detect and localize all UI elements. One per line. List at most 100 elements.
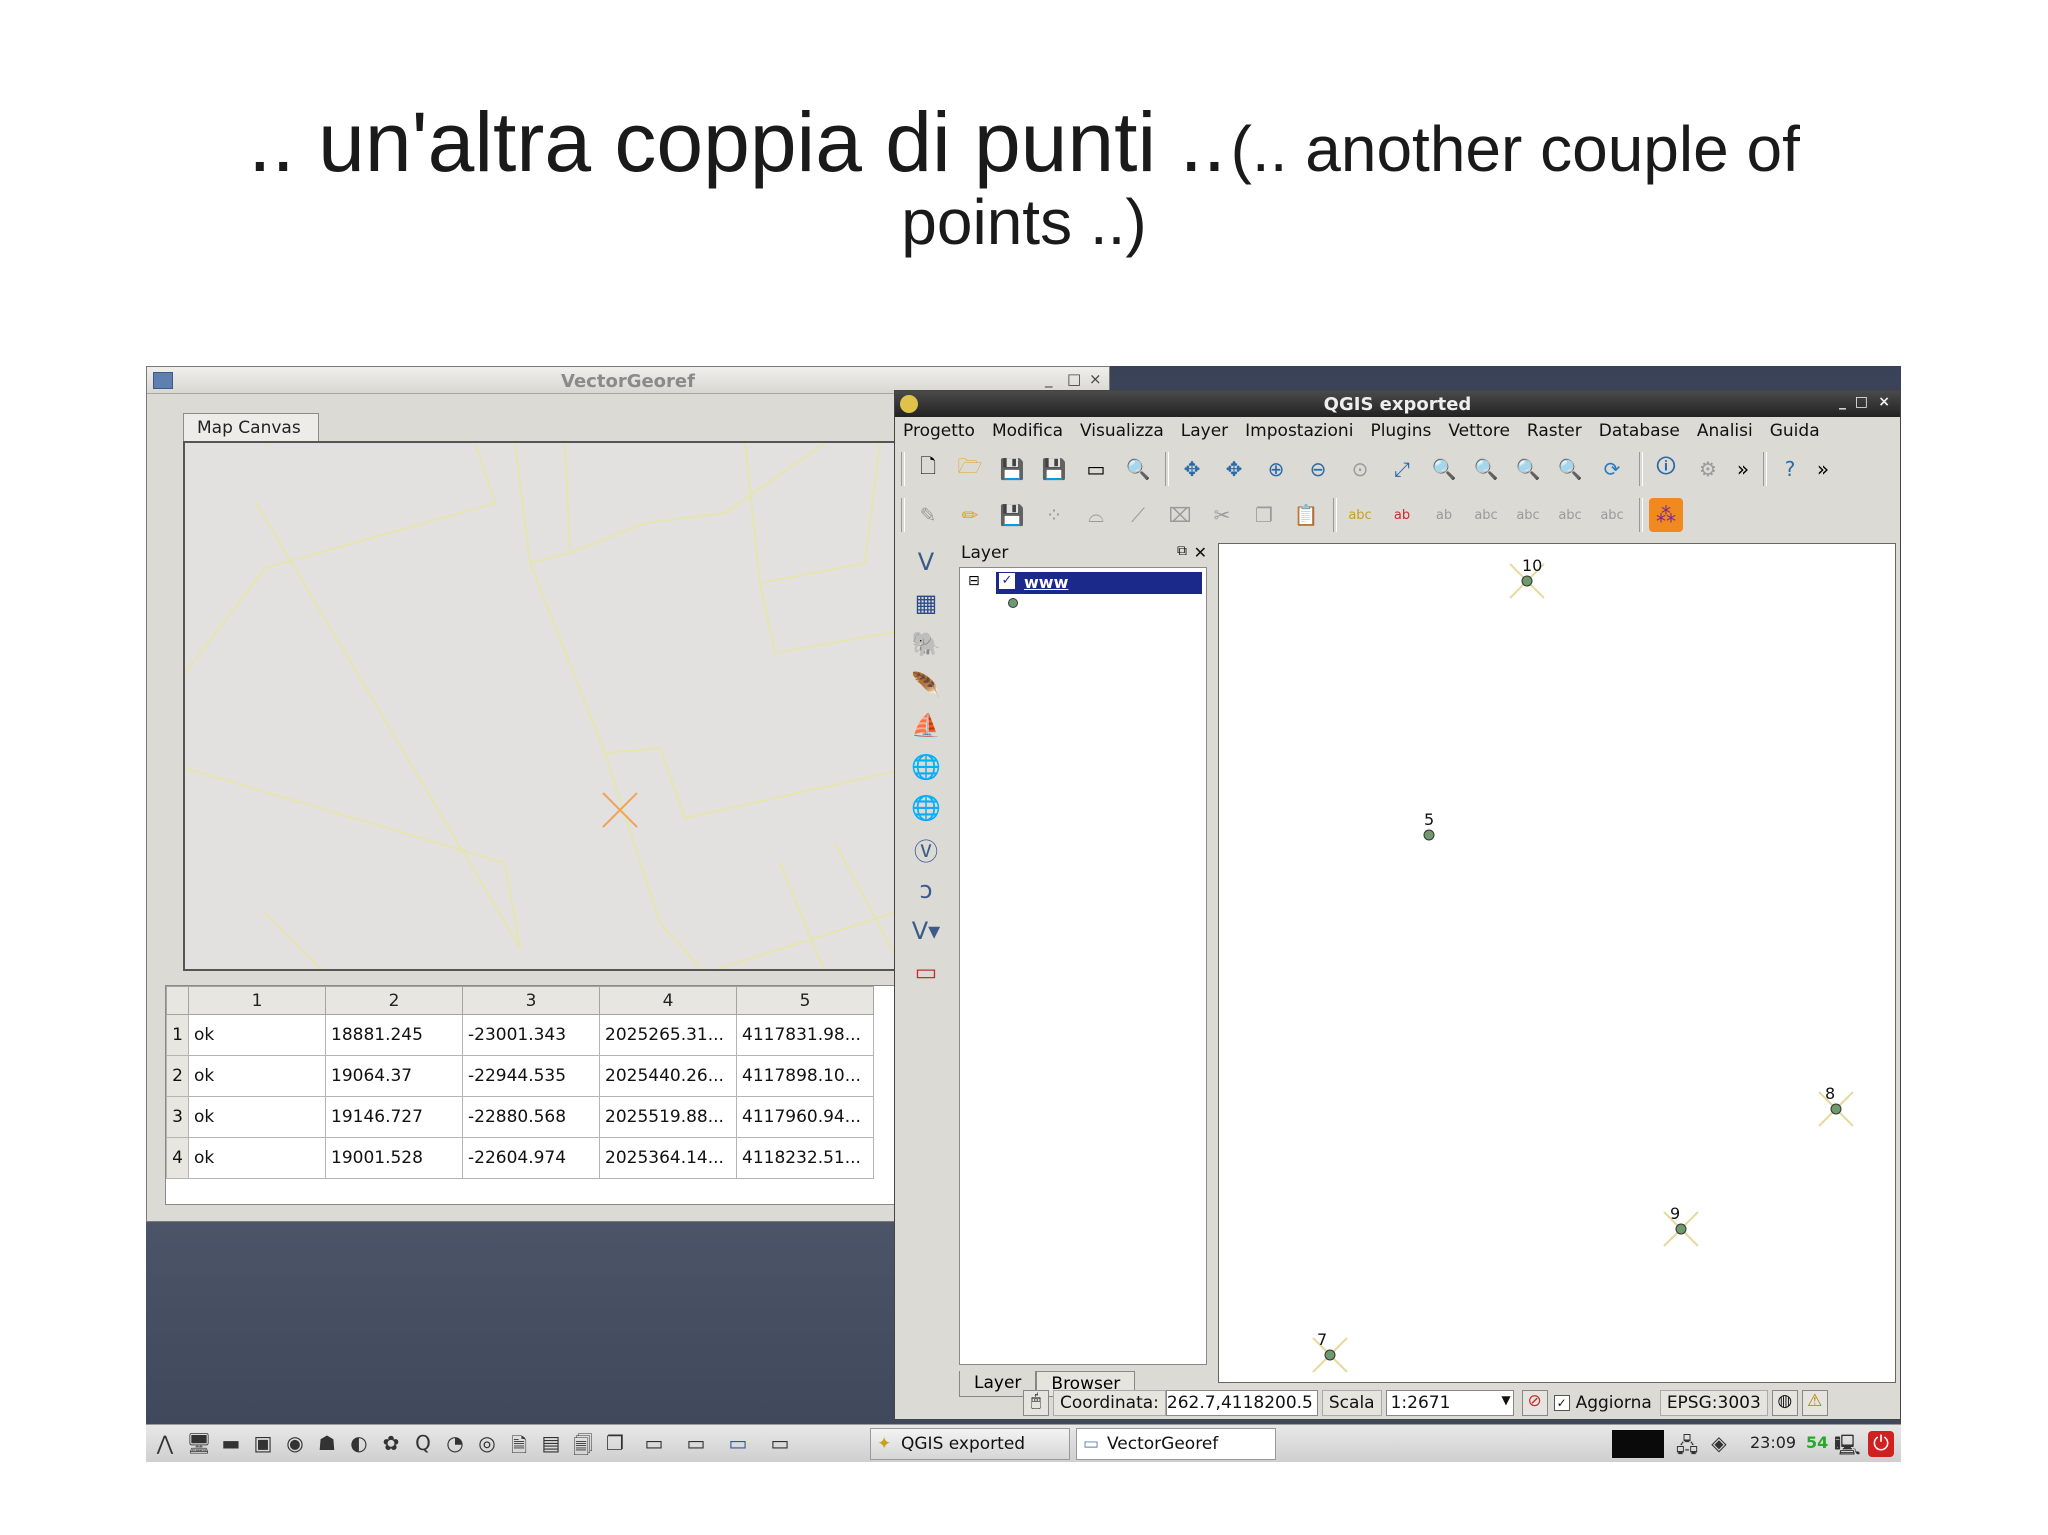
qgis-map-canvas[interactable]: 10 5 8 9 7	[1218, 543, 1896, 1383]
render-checkbox[interactable]: ✓	[1553, 1395, 1570, 1411]
menu-progetto[interactable]: Progetto	[903, 421, 975, 441]
label-highlight-icon[interactable]: abc	[1469, 498, 1503, 532]
calc-icon[interactable]: ▤	[538, 1431, 564, 1457]
column-header[interactable]: 4	[599, 986, 737, 1015]
label-rotate-icon[interactable]: abc	[1553, 498, 1587, 532]
table-cell[interactable]: -22944.535	[462, 1055, 600, 1097]
chevron-down-icon[interactable]: ▼	[1501, 1393, 1510, 1407]
cut-features-icon[interactable]: ✂	[1205, 498, 1239, 532]
add-mssql-layer-icon[interactable]: ⛵	[905, 707, 947, 745]
terminal-icon[interactable]: ▣	[250, 1431, 276, 1457]
table-cell[interactable]: 2025519.88...	[599, 1096, 737, 1138]
menu-vettore[interactable]: Vettore	[1448, 421, 1510, 441]
qgis-titlebar[interactable]: QGIS exported _ □ ×	[895, 391, 1900, 417]
pan-icon[interactable]: ✥	[1175, 452, 1209, 486]
node-tool-icon[interactable]: ⟋	[1121, 498, 1155, 532]
chevron-right-icon[interactable]: »	[1815, 452, 1831, 486]
task-qgis[interactable]: ✦ QGIS exported	[870, 1428, 1070, 1460]
browser-icon[interactable]: ◎	[474, 1431, 500, 1457]
close-icon[interactable]: ×	[1878, 394, 1890, 410]
table-row[interactable]: 4 ok 19001.528 -22604.974 2025364.14... …	[166, 1137, 874, 1179]
writer-icon[interactable]: 🗎	[506, 1431, 532, 1457]
toggle-editing-icon[interactable]: ✏	[953, 498, 987, 532]
table-row[interactable]: 2 ok 19064.37 -22944.535 2025440.26... 4…	[166, 1055, 874, 1097]
composer-manager-icon[interactable]: 🔍	[1121, 452, 1155, 486]
table-cell[interactable]: 4117831.98...	[736, 1014, 874, 1056]
delete-selected-icon[interactable]: ⌧	[1163, 498, 1197, 532]
workspace-1-icon[interactable]: ▭	[634, 1431, 674, 1457]
column-header[interactable]: 1	[188, 986, 326, 1015]
table-cell[interactable]: ok	[188, 1137, 326, 1179]
remove-layer-icon[interactable]: ▭	[905, 953, 947, 991]
label-move-icon[interactable]: abc	[1511, 498, 1545, 532]
add-spatialite-layer-icon[interactable]: 🪶	[905, 666, 947, 704]
column-header[interactable]: 5	[736, 986, 874, 1015]
float-panel-icon[interactable]: ⧉	[1177, 543, 1187, 559]
table-cell[interactable]: 19001.528	[325, 1137, 463, 1179]
column-header[interactable]: 2	[325, 986, 463, 1015]
table-cell[interactable]: 18881.245	[325, 1014, 463, 1056]
file-manager-icon[interactable]: ☗	[314, 1431, 340, 1457]
table-cell[interactable]: -23001.343	[462, 1014, 600, 1056]
add-vector-layer-icon[interactable]: V	[905, 543, 947, 581]
georeferencer-icon[interactable]: ⁂	[1649, 498, 1683, 532]
scale-combobox[interactable]: 1:2671 ▼	[1385, 1390, 1514, 1416]
table-cell[interactable]: 4117960.94...	[736, 1096, 874, 1138]
menu-guida[interactable]: Guida	[1770, 421, 1820, 441]
open-folder-icon[interactable]: 🗁	[953, 452, 987, 486]
move-feature-icon[interactable]: ⌓	[1079, 498, 1113, 532]
pan-to-selection-icon[interactable]: ✥	[1217, 452, 1251, 486]
workspace-2-icon[interactable]: ▭	[676, 1431, 716, 1457]
new-file-icon[interactable]: 🗋	[911, 452, 945, 486]
workspace-3-icon[interactable]: ▭	[718, 1431, 758, 1457]
coordinate-field[interactable]: 262.7,4118200.5	[1165, 1390, 1318, 1416]
table-cell[interactable]: ok	[188, 1014, 326, 1056]
label-icon[interactable]: abc	[1343, 498, 1377, 532]
table-cell[interactable]: 4117898.10...	[736, 1055, 874, 1097]
close-panel-icon[interactable]: ✕	[1194, 543, 1207, 562]
minimize-icon[interactable]: _	[1045, 370, 1053, 388]
menu-impostazioni[interactable]: Impostazioni	[1245, 421, 1353, 441]
menu-database[interactable]: Database	[1599, 421, 1680, 441]
row-header[interactable]: 3	[166, 1096, 189, 1138]
impress-icon[interactable]: 🗐	[570, 1431, 596, 1457]
globe-app-icon[interactable]: ◐	[346, 1431, 372, 1457]
row-header[interactable]: 4	[166, 1137, 189, 1179]
zoom-full-icon[interactable]: ⤢	[1385, 452, 1419, 486]
workspace-4-icon[interactable]: ▭	[760, 1431, 800, 1457]
table-cell[interactable]: 2025265.31...	[599, 1014, 737, 1056]
layer-visibility-checkbox[interactable]: ✓	[999, 573, 1015, 589]
add-feature-icon[interactable]: ⁘	[1037, 498, 1071, 532]
table-row[interactable]: 1 ok 18881.245 -23001.343 2025265.31... …	[166, 1014, 874, 1056]
table-cell[interactable]: 19146.727	[325, 1096, 463, 1138]
table-cell[interactable]: -22604.974	[462, 1137, 600, 1179]
row-header[interactable]: 2	[166, 1055, 189, 1097]
close-icon[interactable]: ×	[1089, 370, 1102, 388]
row-header[interactable]: 1	[166, 1014, 189, 1056]
refresh-icon[interactable]: ⟳	[1595, 452, 1629, 486]
save-icon[interactable]: 💾	[995, 452, 1029, 486]
print-composer-icon[interactable]: ▭	[1079, 452, 1113, 486]
tab-map-canvas[interactable]: Map Canvas	[183, 413, 319, 441]
maximize-icon[interactable]: □	[1855, 394, 1868, 410]
mouse-icon[interactable]: 🖱	[1023, 1390, 1049, 1416]
column-header[interactable]: 3	[462, 986, 600, 1015]
qgis-launcher-icon[interactable]: Q	[410, 1431, 436, 1457]
layer-name[interactable]: www	[1024, 573, 1068, 592]
volume-icon[interactable]: 🖳	[1834, 1431, 1861, 1457]
menu-layer[interactable]: Layer	[1181, 421, 1228, 441]
label-change-icon[interactable]: abc	[1595, 498, 1629, 532]
table-cell[interactable]: -22880.568	[462, 1096, 600, 1138]
app-launcher-icon[interactable]: ◔	[442, 1431, 468, 1457]
zoom-in-icon[interactable]: ⊕	[1259, 452, 1293, 486]
help-icon[interactable]: ?	[1773, 452, 1807, 486]
toolbar-handle[interactable]	[901, 498, 905, 532]
menu-raster[interactable]: Raster	[1527, 421, 1582, 441]
label-pin-icon[interactable]: ab	[1385, 498, 1419, 532]
zoom-selection-icon[interactable]: 🔍	[1427, 452, 1461, 486]
update-notifier-icon[interactable]: ◈	[1706, 1431, 1732, 1457]
minimize-all-icon[interactable]: ▬	[218, 1431, 244, 1457]
zoom-native-icon[interactable]: ⊙	[1343, 452, 1377, 486]
menu-analisi[interactable]: Analisi	[1697, 421, 1753, 441]
table-cell[interactable]: ok	[188, 1096, 326, 1138]
